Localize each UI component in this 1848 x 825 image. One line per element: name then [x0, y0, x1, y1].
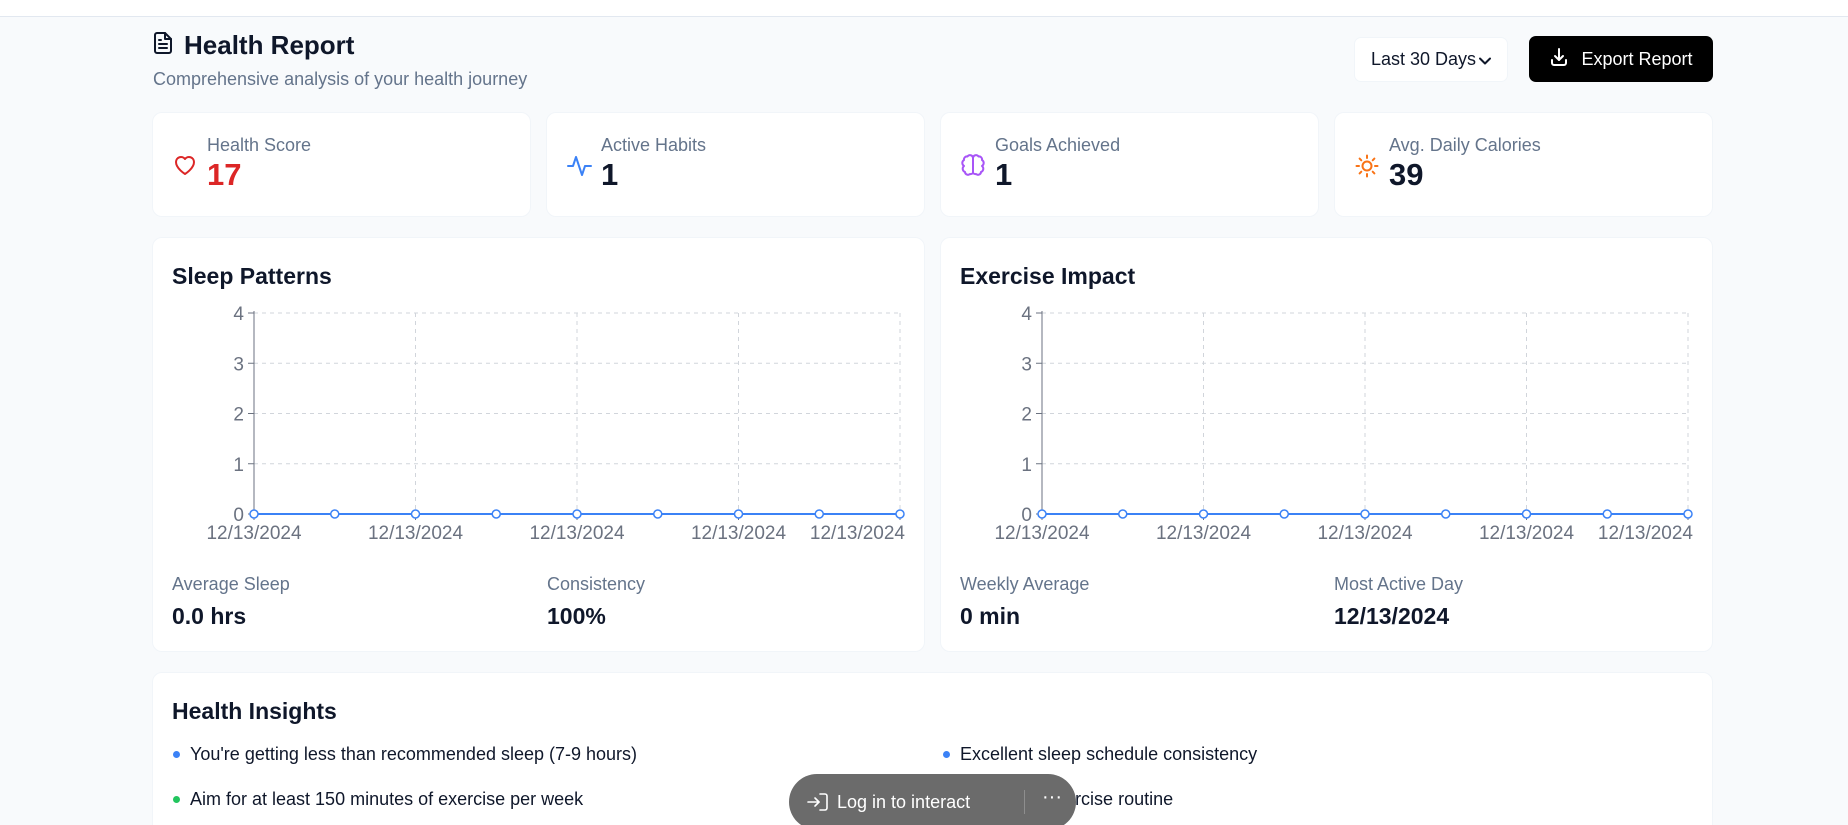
brain-icon — [961, 135, 995, 194]
stat-card-goals-achieved: Goals Achieved 1 — [940, 112, 1319, 217]
x-tick-label: 12/13/2024 — [994, 523, 1090, 544]
metric-label: Consistency — [547, 574, 646, 594]
x-tick-label: 12/13/2024 — [1598, 523, 1694, 544]
exercise-impact-card: Exercise Impact 0 1 2 3 4 12/13/2024 12/13/202… — [940, 237, 1713, 652]
stat-card-active-habits: Active Habits 1 — [546, 112, 925, 217]
data-point — [653, 509, 663, 519]
stat-card-avg-calories: Avg. Daily Calories 39 — [1334, 112, 1713, 217]
x-tick-label: 12/13/2024 — [810, 523, 906, 544]
average-sleep-metric: Average Sleep 0.0 hrs — [172, 574, 290, 630]
exercise-impact-chart: 0123412/13/2024 12/13/2024 12/13/2024 12/13… — [994, 304, 1694, 544]
stat-value: 17 — [207, 157, 242, 192]
log-in-icon — [807, 792, 829, 812]
data-point — [249, 509, 259, 519]
activity-icon — [567, 135, 601, 194]
y-tick-label: 4 — [233, 304, 244, 325]
x-tick-label: 12/13/2024 — [1317, 523, 1413, 544]
x-tick-label: 12/13/2024 — [368, 523, 464, 544]
data-point — [1602, 509, 1612, 519]
consistency-metric: Consistency 100% — [547, 574, 645, 630]
stat-label: Avg. Daily Calories — [1389, 135, 1541, 155]
metric-value: 0.0 hrs — [172, 603, 247, 629]
stat-card-health-score: Health Score 17 — [152, 112, 531, 217]
insight-item: Aim for at least 150 minutes of exercise… — [173, 789, 583, 810]
bullet-dot — [173, 751, 180, 758]
stat-label: Active Habits — [601, 135, 707, 155]
insight-item: You're getting less than recommended sle… — [173, 744, 637, 765]
y-tick-label: 1 — [1021, 455, 1032, 476]
x-tick-label: 12/13/2024 — [1479, 523, 1575, 544]
data-point — [1683, 509, 1693, 519]
heart-icon — [173, 135, 207, 194]
bullet-dot — [943, 751, 950, 758]
pill-divider — [1024, 790, 1025, 814]
data-point — [410, 509, 421, 519]
x-tick-label: 12/13/2024 — [1156, 523, 1252, 544]
x-tick-label: 12/13/2024 — [206, 523, 302, 544]
data-point — [1279, 509, 1289, 519]
metric-label: Weekly Average — [960, 574, 1090, 594]
data-point — [1037, 509, 1047, 519]
y-tick-label: 3 — [233, 354, 244, 375]
metric-label: Most Active Day — [1334, 574, 1464, 594]
metric-label: Average Sleep — [172, 574, 290, 594]
sun-icon — [1355, 135, 1389, 194]
data-point — [1441, 509, 1451, 519]
page-title-group: Health Report — [152, 30, 354, 61]
stat-value: 1 — [601, 157, 619, 192]
y-tick-label: 2 — [1021, 405, 1032, 426]
metric-value: 12/13/2024 — [1334, 603, 1450, 629]
download-icon — [1549, 47, 1569, 72]
stat-value: 1 — [995, 157, 1013, 192]
data-point — [733, 509, 744, 519]
x-tick-label: 12/13/2024 — [529, 523, 625, 544]
more-options-icon[interactable]: ··· — [1042, 786, 1062, 809]
data-point — [572, 509, 582, 519]
data-point — [895, 509, 905, 519]
data-point — [1198, 509, 1209, 519]
weekly-average-metric: Weekly Average 0 min — [960, 574, 1089, 630]
y-tick-label: 3 — [1021, 354, 1032, 375]
date-range-select[interactable]: Last 30 Days — [1354, 37, 1508, 82]
metric-value: 100% — [547, 603, 606, 629]
data-point — [814, 509, 824, 519]
data-point — [1521, 509, 1532, 519]
stat-label: Health Score — [207, 135, 312, 155]
export-report-button[interactable]: Export Report — [1529, 36, 1713, 82]
chevron-down-icon — [1479, 49, 1491, 70]
x-tick-label: 12/13/2024 — [691, 523, 787, 544]
bullet-dot — [173, 796, 180, 803]
date-range-value: Last 30 Days — [1371, 49, 1477, 69]
most-active-day-metric: Most Active Day 12/13/2024 — [1334, 574, 1463, 630]
page-subtitle: Comprehensive analysis of your health jo… — [153, 69, 528, 89]
insight-text: You're getting less than recommended sle… — [190, 744, 638, 764]
metric-value: 0 min — [960, 603, 1021, 629]
insight-text: Excellent sleep schedule consistency — [960, 744, 1258, 764]
sleep-patterns-card: Sleep Patterns 0 1 2 3 4 12/13/2024 12/13/2024… — [152, 237, 925, 652]
insight-text: Aim for at least 150 minutes of exercise… — [190, 789, 584, 809]
login-label: Log in to interact — [837, 791, 971, 812]
data-point — [330, 509, 340, 519]
data-point — [1118, 509, 1128, 519]
data-point — [1360, 509, 1370, 519]
top-bar — [0, 0, 1848, 17]
health-insights-title: Health Insights — [172, 698, 337, 724]
export-report-label: Export Report — [1581, 48, 1693, 69]
file-text-icon — [152, 31, 174, 60]
stat-label: Goals Achieved — [995, 135, 1121, 155]
y-tick-label: 2 — [233, 405, 244, 426]
sleep-patterns-chart: 0123412/13/2024 12/13/2024 12/13/2024 12/13… — [206, 304, 906, 544]
page-title: Health Report — [184, 30, 355, 60]
y-tick-label: 4 — [1021, 304, 1032, 325]
login-to-interact-button[interactable]: Log in to interact ··· — [789, 774, 1076, 825]
insight-item: Excellent sleep schedule consistency — [943, 744, 1257, 765]
data-point — [491, 509, 501, 519]
y-tick-label: 1 — [233, 455, 244, 476]
stat-value: 39 — [1389, 157, 1424, 192]
